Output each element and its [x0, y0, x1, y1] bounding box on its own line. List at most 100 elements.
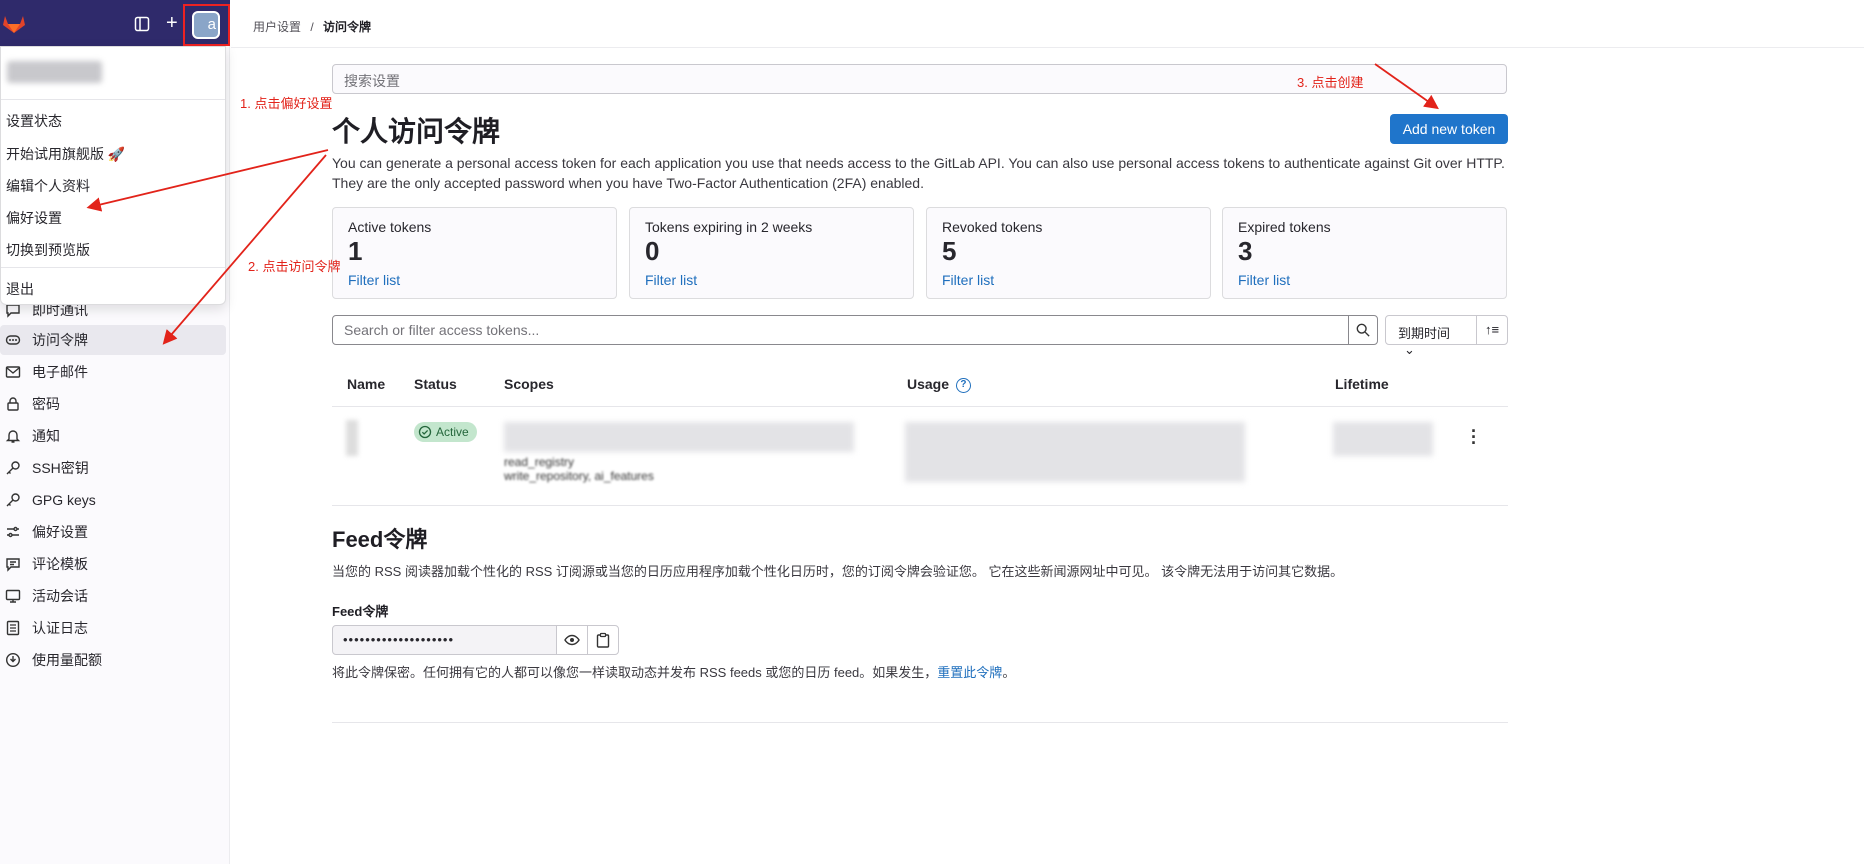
column-header-status: Status: [414, 376, 457, 392]
sidebar-item-label: 活动会话: [32, 588, 88, 604]
lock-icon: [4, 395, 22, 413]
plus-icon[interactable]: +: [166, 13, 178, 33]
annotation-highlight-box: a: [183, 4, 230, 46]
menu-item-switch-preview[interactable]: 切换到预览版: [6, 240, 90, 260]
sidebar-item-label: 密码: [32, 396, 60, 412]
top-bar: + a: [0, 0, 230, 46]
filter-list-link[interactable]: Filter list: [348, 272, 400, 288]
clipboard-icon: [596, 632, 610, 648]
token-icon: [4, 331, 22, 349]
feed-token-description: 当您的 RSS 阅读器加载个性化的 RSS 订阅源或当您的日历应用程序加载个性化…: [332, 564, 1344, 579]
sidebar-item-label: GPG keys: [32, 492, 96, 508]
log-icon: [4, 619, 22, 637]
sidebar-item-usage-quotas[interactable]: 使用量配额: [0, 645, 226, 675]
avatar[interactable]: a: [192, 11, 220, 39]
help-text-suffix: 。: [1002, 665, 1016, 680]
key-icon: [4, 459, 22, 477]
mail-icon: [4, 363, 22, 381]
preferences-icon: [4, 523, 22, 541]
feed-token-field[interactable]: ••••••••••••••••••••: [332, 625, 557, 655]
usage-label: Usage: [907, 376, 950, 392]
sidebar-item-email[interactable]: 电子邮件: [0, 357, 226, 387]
sidebar-toggle-icon[interactable]: [134, 16, 150, 37]
sort-direction-button[interactable]: ↑≡: [1476, 315, 1508, 345]
more-actions-icon[interactable]: · · ·: [1471, 422, 1477, 452]
sort-dropdown[interactable]: 到期时间 ⌄: [1385, 315, 1477, 357]
scope-line: read_registry: [504, 455, 575, 469]
user-dropdown-menu: 设置状态 开始试用旗舰版 🚀 编辑个人资料 偏好设置 切换到预览版 退出: [0, 46, 226, 305]
sidebar-item-preferences[interactable]: 偏好设置: [0, 517, 226, 547]
lifetime-redacted: [1333, 422, 1433, 456]
copy-token-button[interactable]: [587, 625, 619, 655]
sidebar-item-notifications[interactable]: 通知: [0, 421, 226, 451]
filter-list-link[interactable]: Filter list: [645, 272, 697, 288]
stat-value: 0: [645, 236, 660, 266]
stat-label: Expired tokens: [1238, 219, 1331, 235]
reveal-token-button[interactable]: [556, 625, 588, 655]
breadcrumb-parent[interactable]: 用户设置: [253, 20, 301, 34]
feed-token-title: Feed令牌: [332, 527, 428, 552]
sidebar-item-label: 偏好设置: [32, 524, 88, 540]
add-new-token-button[interactable]: Add new token: [1390, 114, 1508, 144]
filter-list-link[interactable]: Filter list: [1238, 272, 1290, 288]
menu-item-set-status[interactable]: 设置状态: [6, 111, 62, 131]
sidebar-item-access-tokens[interactable]: 访问令牌: [0, 325, 226, 355]
stat-card-revoked: Revoked tokens 5 Filter list: [926, 207, 1211, 299]
filter-tokens-input[interactable]: Search or filter access tokens...: [332, 315, 1349, 345]
column-header-lifetime: Lifetime: [1335, 376, 1389, 392]
table-divider: [332, 406, 1508, 407]
sidebar-item-comment-templates[interactable]: 评论模板: [0, 549, 226, 579]
stat-value: 1: [348, 236, 363, 266]
table-divider: [332, 505, 1508, 506]
stat-card-expired: Expired tokens 3 Filter list: [1222, 207, 1507, 299]
stat-card-expiring: Tokens expiring in 2 weeks 0 Filter list: [629, 207, 914, 299]
sidebar-item-password[interactable]: 密码: [0, 389, 226, 419]
breadcrumb-current[interactable]: 访问令牌: [323, 20, 371, 34]
header-divider: [231, 47, 1864, 48]
feed-token-help: 将此令牌保密。任何拥有它的人都可以像您一样读取动态并发布 RSS feeds 或…: [332, 662, 1015, 681]
token-name-redacted: [346, 420, 358, 456]
stat-label: Active tokens: [348, 219, 432, 235]
check-circle-icon: [418, 425, 432, 439]
intro-line-1: You can generate a personal access token…: [332, 155, 1505, 171]
help-text: 将此令牌保密。任何拥有它的人都可以像您一样读取动态并发布 RSS feeds 或…: [332, 665, 938, 680]
scope-line: write_repository, ai_features: [504, 469, 654, 483]
key-icon: [4, 491, 22, 509]
menu-item-sign-out[interactable]: 退出: [6, 279, 34, 299]
intro-text: You can generate a personal access token…: [332, 153, 1512, 193]
menu-item-preferences[interactable]: 偏好设置: [6, 208, 62, 228]
section-divider: [332, 722, 1508, 723]
bell-icon: [4, 427, 22, 445]
usage-redacted: [905, 422, 1245, 482]
gitlab-logo-icon[interactable]: [2, 12, 26, 39]
column-header-usage: Usage ?: [907, 376, 971, 393]
stat-card-active: Active tokens 1 Filter list: [332, 207, 617, 299]
menu-item-edit-profile[interactable]: 编辑个人资料: [6, 176, 90, 196]
help-icon[interactable]: ?: [955, 377, 971, 393]
menu-item-start-trial[interactable]: 开始试用旗舰版 🚀: [6, 144, 125, 164]
sort-label: 到期时间: [1398, 326, 1451, 341]
sidebar-item-ssh-keys[interactable]: SSH密钥: [0, 453, 226, 483]
sidebar-item-auth-log[interactable]: 认证日志: [0, 613, 226, 643]
stat-label: Revoked tokens: [942, 219, 1043, 235]
search-icon: [1356, 323, 1370, 337]
status-text: Active: [436, 425, 469, 439]
annotation-step-1: 1. 点击偏好设置: [240, 96, 333, 111]
username-redacted: [7, 61, 102, 83]
page-title: 个人访问令牌: [332, 116, 501, 147]
sidebar-item-active-sessions[interactable]: 活动会话: [0, 581, 226, 611]
sidebar-item-gpg-keys[interactable]: GPG keys: [0, 485, 226, 515]
status-badge: Active: [414, 422, 477, 442]
divider: [1, 99, 225, 100]
stat-value: 3: [1238, 236, 1253, 266]
stat-value: 5: [942, 236, 957, 266]
search-button[interactable]: [1348, 315, 1378, 345]
filter-list-link[interactable]: Filter list: [942, 272, 994, 288]
sort-ascending-icon: ↑≡: [1484, 322, 1500, 337]
feed-token-label: Feed令牌: [332, 604, 389, 619]
reset-token-link[interactable]: 重置此令牌: [937, 665, 1002, 680]
eye-icon: [564, 634, 580, 646]
annotation-step-2: 2. 点击访问令牌: [248, 259, 341, 274]
sidebar-item-label: 访问令牌: [32, 332, 88, 348]
sidebar-item-label: 评论模板: [32, 556, 88, 572]
